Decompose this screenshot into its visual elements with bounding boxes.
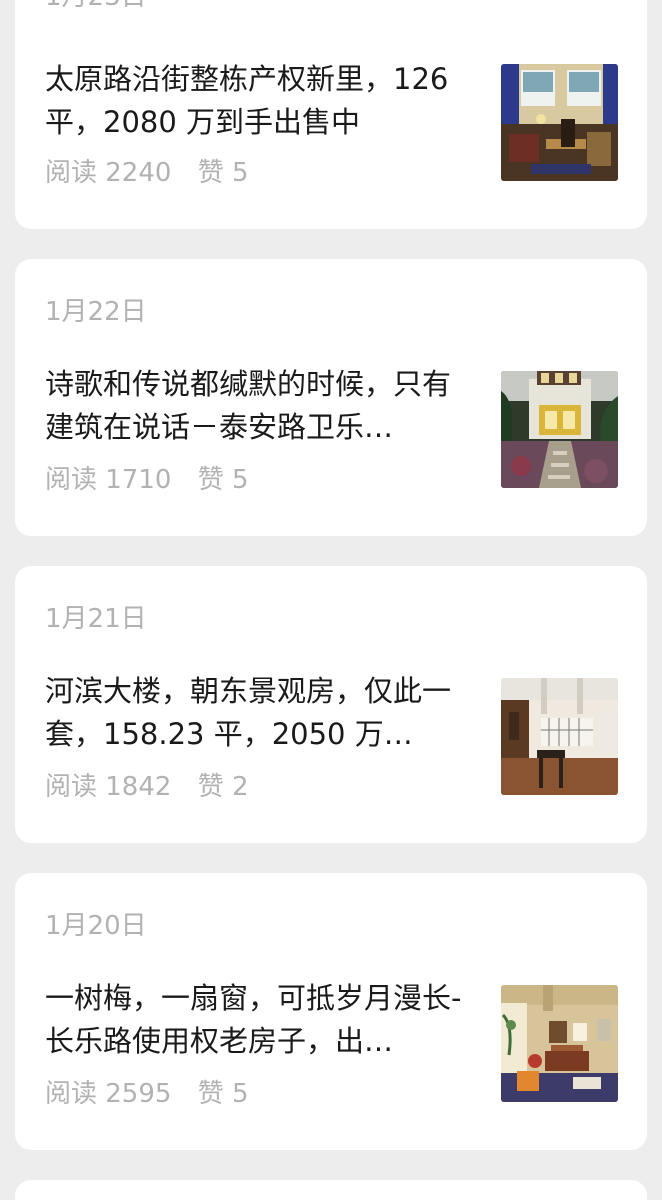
- article-card[interactable]: 1月23日 太原路沿街整栋产权新里，126 平，2080 万到手出售中 阅读 2…: [15, 0, 647, 229]
- article-card[interactable]: 1月22日 诗歌和传说都缄默的时候，只有建筑在说话－泰安路卫乐… 阅读 1710…: [15, 259, 647, 536]
- living-room-photo-icon[interactable]: [501, 64, 618, 181]
- read-count: 阅读 1710: [45, 465, 172, 495]
- article-stats: 阅读 1842 赞 2: [45, 772, 249, 802]
- read-count: 阅读 1842: [45, 772, 172, 802]
- article-stats: 阅读 1710 赞 5: [45, 465, 249, 495]
- article-title[interactable]: 诗歌和传说都缄默的时候，只有建筑在说话－泰安路卫乐…: [45, 363, 475, 449]
- house-exterior-photo-icon[interactable]: [501, 371, 618, 488]
- article-date: 1月23日: [45, 0, 147, 12]
- article-title[interactable]: 河滨大楼，朝东景观房，仅此一套，158.23 平，2050 万…: [45, 670, 475, 756]
- article-stats: 阅读 2595 赞 5: [45, 1079, 249, 1109]
- like-count: 赞 2: [197, 772, 249, 802]
- like-count: 赞 5: [197, 158, 249, 188]
- thumbnail-image: [501, 678, 618, 795]
- thumbnail-image: [501, 985, 618, 1102]
- article-date: 1月20日: [45, 911, 147, 941]
- like-count: 赞 5: [197, 1079, 249, 1109]
- article-card[interactable]: 1月21日 河滨大楼，朝东景观房，仅此一套，158.23 平，2050 万… 阅…: [15, 566, 647, 843]
- apartment-interior-photo-icon[interactable]: [501, 678, 618, 795]
- read-count: 阅读 2240: [45, 158, 172, 188]
- article-stats: 阅读 2240 赞 5: [45, 158, 249, 188]
- like-count: 赞 5: [197, 465, 249, 495]
- read-count: 阅读 2595: [45, 1079, 172, 1109]
- article-card[interactable]: [15, 1180, 647, 1200]
- article-feed: 1月23日 太原路沿街整栋产权新里，126 平，2080 万到手出售中 阅读 2…: [0, 0, 662, 1200]
- article-date: 1月21日: [45, 604, 147, 634]
- article-card[interactable]: 1月20日 一树梅，一扇窗，可抵岁月漫长-长乐路使用权老房子，出… 阅读 259…: [15, 873, 647, 1150]
- sunlit-room-photo-icon[interactable]: [501, 985, 618, 1102]
- article-date: 1月22日: [45, 297, 147, 327]
- article-title[interactable]: 太原路沿街整栋产权新里，126 平，2080 万到手出售中: [45, 58, 475, 144]
- article-title[interactable]: 一树梅，一扇窗，可抵岁月漫长-长乐路使用权老房子，出…: [45, 977, 475, 1063]
- thumbnail-image: [501, 64, 618, 181]
- thumbnail-image: [501, 371, 618, 488]
